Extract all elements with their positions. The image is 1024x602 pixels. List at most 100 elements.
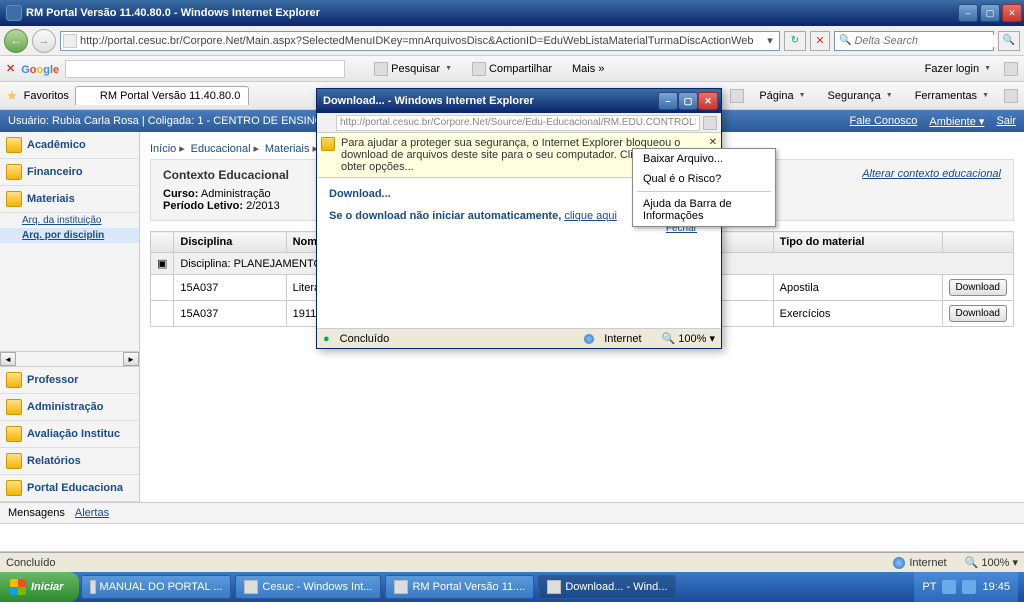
- google-logo: Google: [21, 61, 59, 76]
- search-input[interactable]: [854, 35, 997, 47]
- sidebar-professor[interactable]: Professor: [0, 367, 139, 394]
- modal-status-bar: ●Concluído Internet 🔍 100% ▾: [317, 328, 721, 348]
- user-info: Usuário: Rubia Carla Rosa | Coligada: 1 …: [8, 115, 364, 127]
- tab-mensagens[interactable]: Mensagens: [8, 507, 65, 519]
- infobar-context-menu: Baixar Arquivo... Qual é o Risco? Ajuda …: [632, 148, 776, 227]
- pesquisar-button[interactable]: Pesquisar▼: [367, 59, 459, 79]
- bc-inicio[interactable]: Início: [150, 143, 176, 155]
- sidebar-academico[interactable]: Acadêmico: [0, 132, 139, 159]
- help-icon[interactable]: [1004, 89, 1018, 103]
- globe-icon: [584, 334, 594, 344]
- modal-maximize[interactable]: ▢: [678, 92, 698, 110]
- pagina-menu[interactable]: Página▼: [752, 87, 812, 105]
- task-rmportal[interactable]: RM Portal Versão 11....: [385, 575, 534, 599]
- bc-materiais[interactable]: Materiais: [265, 143, 310, 155]
- task-download[interactable]: Download... - Wind...: [538, 575, 676, 599]
- mais-button[interactable]: Mais »: [565, 60, 611, 78]
- search-box[interactable]: 🔍: [834, 31, 994, 51]
- th-expand: [151, 232, 174, 253]
- browser-tab[interactable]: RM Portal Versão 11.40.80.0: [75, 86, 249, 105]
- tab-icon: [84, 90, 96, 102]
- back-button[interactable]: ←: [4, 29, 28, 53]
- close-button[interactable]: ✕: [1002, 4, 1022, 22]
- favorites-label[interactable]: Favoritos: [24, 90, 69, 102]
- modal-title: Download... - Windows Internet Explorer: [323, 95, 658, 107]
- refresh-button[interactable]: ↻: [784, 31, 806, 51]
- task-cesuc[interactable]: Cesuc - Windows Int...: [235, 575, 381, 599]
- print-icon[interactable]: [730, 89, 744, 103]
- page-icon: [63, 34, 77, 48]
- address-bar[interactable]: ▾: [60, 31, 780, 51]
- search-go-button[interactable]: 🔍: [998, 31, 1020, 51]
- message-tabs: Mensagens Alertas: [0, 502, 1024, 524]
- modal-zone: Internet: [604, 333, 641, 345]
- menu-separator: [637, 191, 771, 192]
- tab-title: RM Portal Versão 11.40.80.0: [100, 90, 240, 102]
- wrench-icon[interactable]: [1004, 62, 1018, 76]
- sidebar-avaliacao[interactable]: Avaliação Instituc: [0, 421, 139, 448]
- sidebar-relatorios[interactable]: Relatórios: [0, 448, 139, 475]
- forward-button[interactable]: →: [32, 29, 56, 53]
- nav-bar: ← → ▾ ↻ ✕ 🔍 🔍: [0, 26, 1024, 56]
- cell-disc: 15A037: [174, 301, 286, 327]
- status-text: Concluído: [6, 557, 56, 569]
- minimize-button[interactable]: –: [958, 4, 978, 22]
- url-dropdown[interactable]: ▾: [763, 34, 777, 47]
- sidebar-administracao[interactable]: Administração: [0, 394, 139, 421]
- pencil-icon: [6, 372, 22, 388]
- clique-aqui-link[interactable]: clique aqui: [564, 210, 617, 222]
- tray-icon[interactable]: [942, 580, 956, 594]
- modal-titlebar[interactable]: Download... - Windows Internet Explorer …: [317, 89, 721, 113]
- compartilhar-button[interactable]: Compartilhar: [465, 59, 559, 79]
- window-title: RM Portal Versão 11.40.80.0 - Windows In…: [26, 7, 958, 19]
- tray-icon[interactable]: [962, 580, 976, 594]
- sidebar: Acadêmico Financeiro Materiais Arq. da i…: [0, 132, 140, 502]
- th-disciplina[interactable]: Disciplina: [174, 232, 286, 253]
- sidebar-hscroll[interactable]: ◄►: [0, 351, 139, 367]
- ambiente-link[interactable]: Ambiente ▾: [929, 115, 984, 128]
- system-tray[interactable]: PT 19:45: [914, 572, 1018, 602]
- modal-url-input[interactable]: [336, 115, 700, 131]
- share-icon: [472, 62, 486, 76]
- clipboard-icon: [6, 426, 22, 442]
- zoom-control[interactable]: 🔍 100% ▾: [965, 556, 1018, 569]
- sidebar-arq-instituicao[interactable]: Arq. da instituição: [0, 213, 139, 228]
- alterar-contexto-link[interactable]: Alterar contexto educacional: [862, 168, 1001, 180]
- modal-go-icon[interactable]: [703, 116, 717, 130]
- task-manual[interactable]: MANUAL DO PORTAL ...: [81, 575, 231, 599]
- start-button[interactable]: Iniciar: [0, 572, 79, 602]
- sidebar-arq-disciplina[interactable]: Arq. por disciplin: [0, 228, 139, 243]
- login-button[interactable]: Fazer login▼: [918, 60, 998, 78]
- report-icon: [6, 453, 22, 469]
- toolbar-close[interactable]: ✕: [6, 62, 15, 75]
- favorites-star-icon[interactable]: ★: [6, 88, 18, 104]
- modal-address-bar: [317, 113, 721, 133]
- sidebar-portal[interactable]: Portal Educaciona: [0, 475, 139, 502]
- sair-link[interactable]: Sair: [996, 115, 1016, 128]
- stop-button[interactable]: ✕: [810, 31, 830, 51]
- sidebar-materiais[interactable]: Materiais: [0, 186, 139, 213]
- download-button[interactable]: Download: [949, 305, 1007, 322]
- lang-indicator[interactable]: PT: [922, 581, 936, 593]
- bc-educacional[interactable]: Educacional: [191, 143, 251, 155]
- menu-baixar-arquivo[interactable]: Baixar Arquivo...: [633, 149, 775, 169]
- fale-conosco-link[interactable]: Fale Conosco: [850, 115, 918, 128]
- globe-icon: [893, 557, 905, 569]
- download-button[interactable]: Download: [949, 279, 1007, 296]
- ferramentas-menu[interactable]: Ferramentas▼: [908, 87, 996, 105]
- google-search-input[interactable]: [65, 60, 345, 78]
- url-input[interactable]: [80, 35, 763, 47]
- th-tipo[interactable]: Tipo do material: [773, 232, 942, 253]
- modal-close[interactable]: ✕: [698, 92, 718, 110]
- seguranca-menu[interactable]: Segurança▼: [821, 87, 900, 105]
- menu-qual-risco[interactable]: Qual é o Risco?: [633, 169, 775, 189]
- tab-alertas[interactable]: Alertas: [75, 507, 109, 519]
- sidebar-financeiro[interactable]: Financeiro: [0, 159, 139, 186]
- word-icon: [90, 580, 95, 594]
- cell-tipo: Apostila: [773, 275, 942, 301]
- infobar-close[interactable]: ✕: [709, 137, 717, 148]
- ie-icon: [394, 580, 408, 594]
- modal-minimize[interactable]: –: [658, 92, 678, 110]
- maximize-button[interactable]: ▢: [980, 4, 1000, 22]
- menu-ajuda-barra[interactable]: Ajuda da Barra de Informações: [633, 194, 775, 226]
